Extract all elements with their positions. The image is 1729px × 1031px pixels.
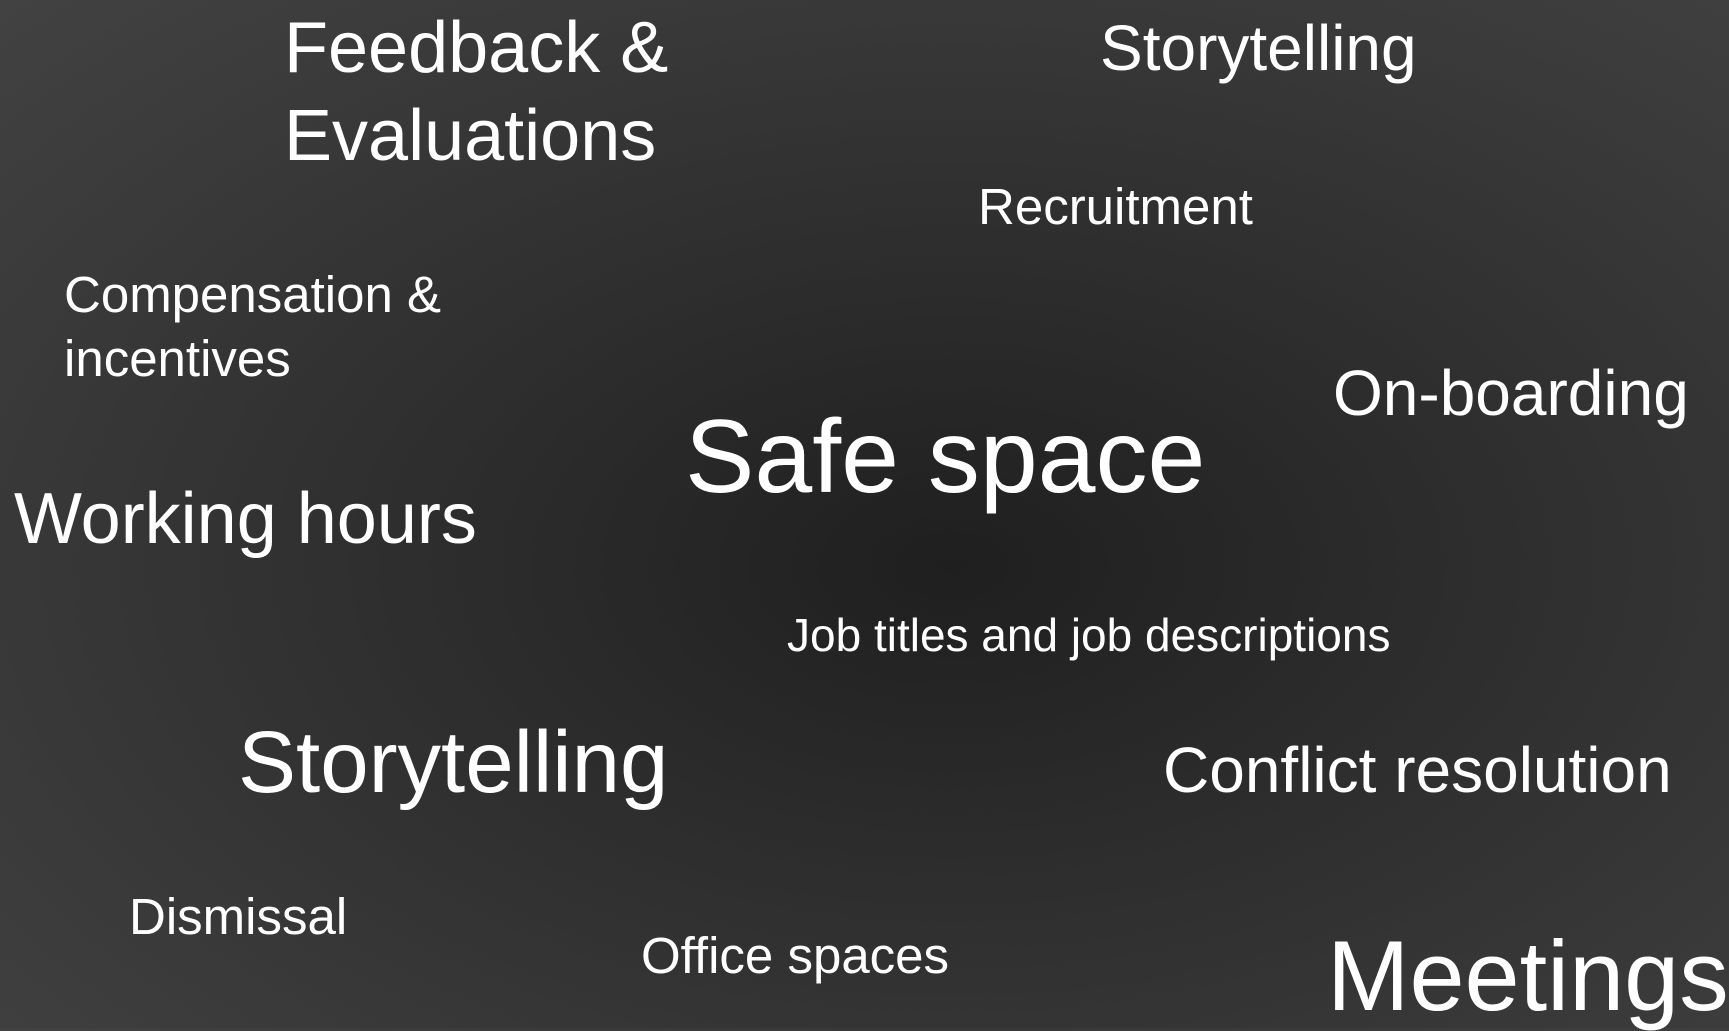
- word-compensation-incentives: Compensation & incentives: [64, 263, 441, 391]
- word-storytelling-mid: Storytelling: [238, 714, 669, 811]
- word-feedback-line1: Feedback &: [284, 8, 669, 88]
- word-recruitment: Recruitment: [978, 178, 1253, 235]
- word-feedback-line2: Evaluations: [284, 96, 657, 176]
- word-conflict-resolution: Conflict resolution: [1163, 734, 1672, 806]
- word-onboarding: On-boarding: [1333, 357, 1689, 429]
- word-safe-space: Safe space: [685, 399, 1206, 515]
- word-storytelling-top: Storytelling: [1100, 12, 1417, 84]
- word-feedback-evaluations: Feedback & Evaluations: [284, 4, 668, 180]
- word-job-titles: Job titles and job descriptions: [787, 609, 1391, 661]
- word-dismissal: Dismissal: [129, 888, 348, 945]
- word-compensation-line1: Compensation &: [64, 266, 442, 323]
- word-office-spaces: Office spaces: [641, 927, 950, 984]
- word-compensation-line2: incentives: [64, 330, 291, 387]
- word-meetings: Meetings: [1327, 920, 1729, 1031]
- word-working-hours: Working hours: [14, 479, 477, 559]
